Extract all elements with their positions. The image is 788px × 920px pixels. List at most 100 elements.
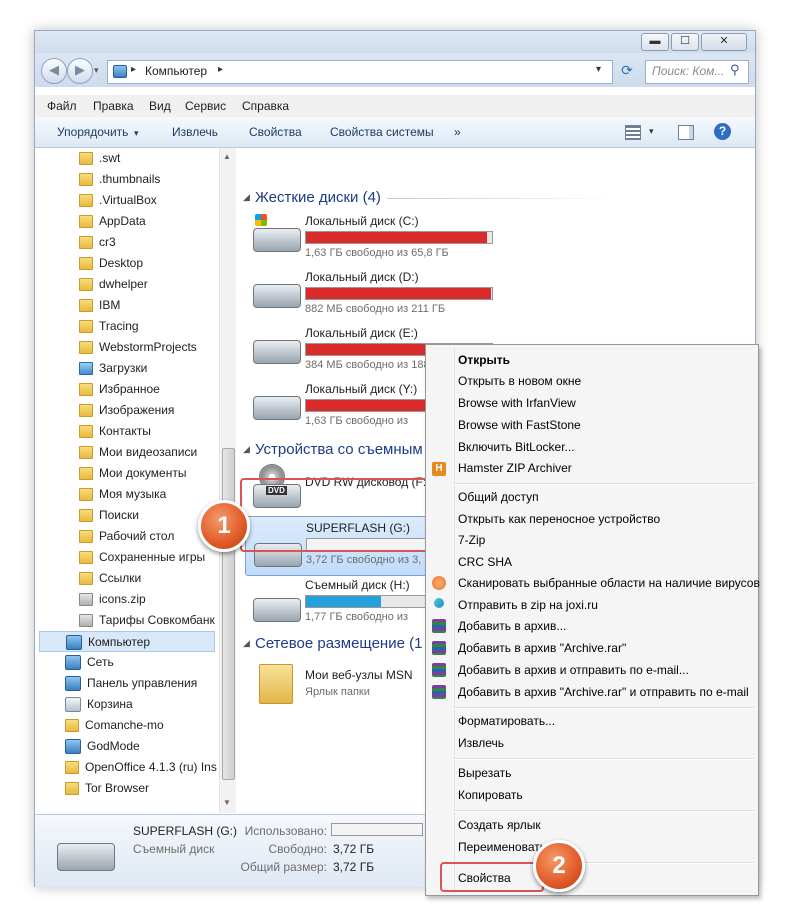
drive-removable-h[interactable]: Съемный диск (H:) 1,77 ГБ свободно из (237, 576, 457, 626)
ctx-open-new-window[interactable]: Открыть в новом окне (458, 374, 581, 388)
nav-openoffice[interactable]: OpenOffice 4.1.3 (ru) Ins (65, 757, 217, 778)
minimize-button[interactable]: ▬ (641, 33, 669, 51)
nav-folder-videos[interactable]: Мои видеозаписи (79, 442, 197, 463)
collapse-removable-icon[interactable]: ◢ (243, 444, 250, 455)
group-network[interactable]: Сетевое размещение (1 (255, 635, 422, 652)
nav-recycle-bin[interactable]: Корзина (65, 694, 133, 715)
scroll-down-icon[interactable]: ▼ (223, 798, 231, 807)
ctx-copy[interactable]: Копировать (458, 788, 523, 802)
menu-help[interactable]: Справка (242, 99, 289, 113)
nav-file-icons-zip[interactable]: icons.zip (79, 589, 146, 610)
ctx-add-archive[interactable]: Добавить в архив... (458, 619, 566, 633)
nav-folder-thumbnails[interactable]: .thumbnails (79, 169, 160, 190)
address-sep-icon[interactable]: ▸ (131, 64, 136, 75)
nav-folder-virtualbox[interactable]: .VirtualBox (79, 190, 157, 211)
nav-folder-music[interactable]: Моя музыка (79, 484, 166, 505)
ctx-browse-irfanview[interactable]: Browse with IrfanView (458, 396, 576, 410)
ctx-rename[interactable]: Переименовать (458, 840, 546, 854)
ctx-scan-viruses[interactable]: Сканировать выбранные области на наличие… (458, 576, 760, 590)
nav-folder-cr3[interactable]: cr3 (79, 232, 116, 253)
nav-network[interactable]: Сеть (65, 652, 114, 673)
collapse-network-icon[interactable]: ◢ (243, 638, 250, 649)
nav-folder-desktop-ru[interactable]: Рабочий стол (79, 526, 174, 547)
ctx-create-shortcut[interactable]: Создать ярлык (458, 818, 541, 832)
nav-folder-pictures[interactable]: Изображения (79, 400, 174, 421)
menu-edit[interactable]: Правка (93, 99, 134, 113)
properties-button[interactable]: Свойства (249, 125, 302, 139)
search-icon[interactable]: ⚲ (730, 62, 740, 78)
menu-view[interactable]: Вид (149, 99, 171, 113)
hard-drive-icon (253, 340, 301, 364)
nav-folder-favorites[interactable]: Избранное (79, 379, 160, 400)
ctx-format[interactable]: Форматировать... (458, 714, 555, 728)
address-bar[interactable]: ▸ Компьютер ▸ ▾ (107, 60, 613, 84)
nav-folder-appdata[interactable]: AppData (79, 211, 146, 232)
address-sep2-icon[interactable]: ▸ (218, 64, 223, 75)
history-dropdown-icon[interactable]: ▾ (94, 65, 99, 76)
view-dropdown-icon[interactable]: ▾ (649, 126, 654, 137)
system-properties-button[interactable]: Свойства системы (330, 125, 434, 139)
menu-file[interactable]: Файл (47, 99, 77, 113)
scroll-thumb[interactable] (222, 448, 235, 780)
ctx-share[interactable]: Общий доступ (458, 490, 539, 504)
nav-file-tariffs[interactable]: Тарифы Совкомбанк (79, 610, 215, 631)
more-commands-button[interactable]: » (454, 125, 461, 139)
nav-folder-links[interactable]: Ссылки (79, 568, 141, 589)
ctx-bitlocker[interactable]: Включить BitLocker... (458, 440, 575, 454)
ctx-cut[interactable]: Вырезать (458, 766, 511, 780)
nav-folder-ibm[interactable]: IBM (79, 295, 120, 316)
ctx-send-joxi[interactable]: Отправить в zip на joxi.ru (458, 598, 598, 612)
nav-folder-webstorm[interactable]: WebstormProjects (79, 337, 197, 358)
scroll-up-icon[interactable]: ▲ (223, 152, 231, 161)
preview-pane-icon[interactable] (678, 125, 694, 140)
menu-tools[interactable]: Сервис (185, 99, 226, 113)
search-box[interactable]: Поиск: Ком... ⚲ (645, 60, 749, 84)
nav-comanche[interactable]: Comanche-mo (65, 715, 164, 736)
nav-label: Изображения (99, 403, 175, 417)
ctx-browse-faststone[interactable]: Browse with FastStone (458, 418, 581, 432)
ctx-add-archive-email[interactable]: Добавить в архив и отправить по e-mail..… (458, 663, 689, 677)
nav-folder-searches[interactable]: Поиски (79, 505, 139, 526)
nav-folder-swt[interactable]: .swt (79, 148, 120, 169)
nav-folder-desktop[interactable]: Desktop (79, 253, 143, 274)
collapse-hard-disks-icon[interactable]: ◢ (243, 192, 250, 203)
close-button[interactable]: ✕ (701, 33, 747, 51)
nav-folder-tracing[interactable]: Tracing (79, 316, 139, 337)
drive-c[interactable]: Локальный диск (C:) 1,63 ГБ свободно из … (237, 210, 527, 262)
eject-button[interactable]: Извлечь (172, 125, 218, 139)
ctx-eject[interactable]: Извлечь (458, 736, 504, 750)
address-dropdown-icon[interactable]: ▾ (596, 64, 601, 75)
ctx-add-archive-rar[interactable]: Добавить в архив "Archive.rar" (458, 641, 626, 655)
nav-folder-saved-games[interactable]: Сохраненные игры (79, 547, 205, 568)
ctx-crc-sha[interactable]: CRC SHA (458, 555, 512, 569)
ctx-add-archive-rar-email[interactable]: Добавить в архив "Archive.rar" и отправи… (458, 685, 749, 699)
nav-folder-contacts[interactable]: Контакты (79, 421, 151, 442)
nav-folder-documents[interactable]: Мои документы (79, 463, 186, 484)
maximize-button[interactable]: ☐ (671, 33, 699, 51)
group-hard-disks[interactable]: Жесткие диски (4) (255, 189, 381, 206)
nav-control-panel[interactable]: Панель управления (65, 673, 197, 694)
nav-folder-dwhelper[interactable]: dwhelper (79, 274, 148, 295)
ctx-open-portable[interactable]: Открыть как переносное устройство (458, 512, 660, 526)
nav-folder-downloads[interactable]: Загрузки (79, 358, 147, 379)
view-options-icon[interactable] (625, 125, 641, 140)
help-icon[interactable]: ? (714, 123, 731, 140)
organize-button[interactable]: Упорядочить (57, 125, 128, 139)
nav-computer[interactable]: Компьютер (39, 631, 215, 652)
drive-y[interactable]: Локальный диск (Y:) 1,63 ГБ свободно из (237, 378, 457, 430)
organize-chevron-icon[interactable]: ▾ (134, 128, 139, 139)
ctx-open[interactable]: Открыть (458, 353, 510, 367)
group-removable[interactable]: Устройства со съемным (255, 441, 423, 458)
nav-godmode[interactable]: GodMode (65, 736, 140, 757)
address-computer-crumb[interactable]: Компьютер (145, 64, 207, 78)
ctx-7zip[interactable]: 7-Zip (458, 533, 485, 547)
highlight-superflash (240, 478, 434, 552)
nav-scrollbar[interactable]: ▲ ▼ (219, 148, 236, 813)
drive-d[interactable]: Локальный диск (D:) 882 МБ свободно из 2… (237, 266, 527, 318)
back-button[interactable]: ◀ (41, 58, 67, 84)
nav-tor-browser[interactable]: Tor Browser (65, 778, 149, 799)
forward-button[interactable]: ▶ (67, 58, 93, 84)
network-msn[interactable]: Мои веб-узлы MSN Ярлык папки (237, 658, 457, 708)
refresh-icon[interactable]: ⟳ (616, 62, 638, 80)
ctx-hamster[interactable]: Hamster ZIP Archiver (458, 461, 572, 475)
